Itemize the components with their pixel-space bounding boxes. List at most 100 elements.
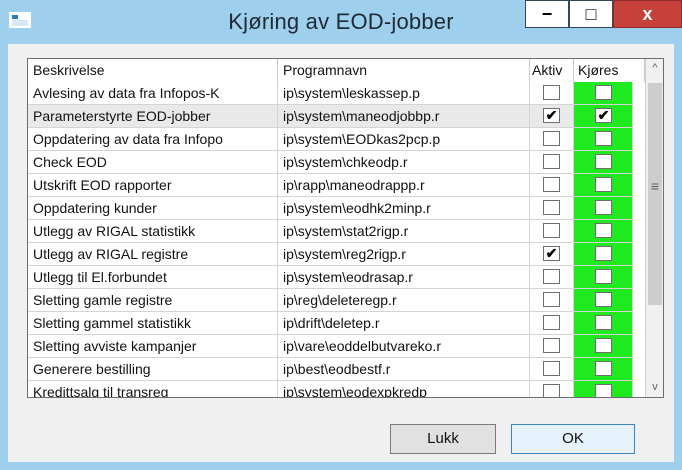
kjores-checkbox[interactable] xyxy=(595,200,612,215)
scrollbar-thumb[interactable]: ≡ xyxy=(648,83,662,305)
cell-programnavn[interactable]: ip\system\reg2rigp.r xyxy=(278,243,530,266)
minimize-button[interactable]: − xyxy=(525,0,569,28)
cell-beskrivelse[interactable]: Utlegg til El.forbundet xyxy=(28,266,278,289)
aktiv-checkbox[interactable]: ✔ xyxy=(543,246,560,261)
kjores-checkbox[interactable] xyxy=(595,131,612,146)
cell-kjores xyxy=(574,220,633,243)
aktiv-checkbox[interactable] xyxy=(543,269,560,284)
aktiv-checkbox[interactable] xyxy=(543,177,560,192)
table-row[interactable]: Oppdatering kunder ip\system\eodhk2minp.r xyxy=(28,197,645,220)
column-header-programnavn[interactable]: Programnavn xyxy=(278,59,530,82)
scrollbar-grip-icon: ≡ xyxy=(650,178,660,194)
kjores-checkbox[interactable] xyxy=(595,315,612,330)
aktiv-checkbox[interactable] xyxy=(543,154,560,169)
cell-aktiv: ✔ xyxy=(530,243,574,266)
aktiv-checkbox[interactable] xyxy=(543,292,560,307)
cell-beskrivelse[interactable]: Oppdatering kunder xyxy=(28,197,278,220)
cell-beskrivelse[interactable]: Generere bestilling xyxy=(28,358,278,381)
title-bar[interactable]: Kjøring av EOD-jobber − □ x xyxy=(0,0,682,44)
cell-programnavn[interactable]: ip\system\chkeodp.r xyxy=(278,151,530,174)
table-row[interactable]: Check EOD ip\system\chkeodp.r xyxy=(28,151,645,174)
table-row[interactable]: Kredittsalg til transreg ip\system\eodexp… xyxy=(28,381,645,397)
cell-aktiv xyxy=(530,335,574,358)
cell-beskrivelse[interactable]: Utlegg av RIGAL statistikk xyxy=(28,220,278,243)
table-row[interactable]: Avlesing av data fra Infopos-K ip\system\… xyxy=(28,82,645,105)
cell-programnavn[interactable]: ip\best\eodbestf.r xyxy=(278,358,530,381)
column-header-aktiv[interactable]: Aktiv xyxy=(530,59,574,82)
table-row[interactable]: Sletting avviste kampanjer ip\vare\eoddel… xyxy=(28,335,645,358)
aktiv-checkbox[interactable] xyxy=(543,85,560,100)
kjores-checkbox[interactable] xyxy=(595,384,612,397)
cell-kjores xyxy=(574,151,633,174)
table-row[interactable]: Sletting gammel statistikk ip\drift\delet… xyxy=(28,312,645,335)
cell-beskrivelse[interactable]: Sletting gamle registre xyxy=(28,289,278,312)
cell-beskrivelse[interactable]: Avlesing av data fra Infopos-K xyxy=(28,82,278,105)
kjores-checkbox[interactable] xyxy=(595,269,612,284)
cell-aktiv xyxy=(530,358,574,381)
table-row[interactable]: Utlegg av RIGAL registre ip\system\reg2ri… xyxy=(28,243,645,266)
cell-programnavn[interactable]: ip\reg\deleteregp.r xyxy=(278,289,530,312)
scroll-up-arrow-icon[interactable]: ^ xyxy=(646,59,663,78)
aktiv-checkbox[interactable] xyxy=(543,223,560,238)
kjores-checkbox[interactable] xyxy=(595,338,612,353)
cell-kjores xyxy=(574,197,633,220)
cell-beskrivelse[interactable]: Utlegg av RIGAL registre xyxy=(28,243,278,266)
cell-beskrivelse[interactable]: Sletting avviste kampanjer xyxy=(28,335,278,358)
cell-programnavn[interactable]: ip\system\eodhk2minp.r xyxy=(278,197,530,220)
cell-aktiv xyxy=(530,381,574,397)
kjores-checkbox[interactable] xyxy=(595,292,612,307)
cell-beskrivelse[interactable]: Utskrift EOD rapporter xyxy=(28,174,278,197)
aktiv-checkbox[interactable] xyxy=(543,361,560,376)
scroll-down-arrow-icon[interactable]: v xyxy=(646,378,663,397)
cell-beskrivelse[interactable]: Sletting gammel statistikk xyxy=(28,312,278,335)
cell-beskrivelse[interactable]: Oppdatering av data fra Infopo xyxy=(28,128,278,151)
kjores-checkbox[interactable] xyxy=(595,85,612,100)
kjores-checkbox[interactable] xyxy=(595,223,612,238)
aktiv-checkbox[interactable] xyxy=(543,315,560,330)
cell-programnavn[interactable]: ip\system\eodexpkredp xyxy=(278,381,530,397)
cell-kjores xyxy=(574,335,633,358)
aktiv-checkbox[interactable] xyxy=(543,338,560,353)
kjores-checkbox[interactable]: ✔ xyxy=(595,108,612,123)
kjores-checkbox[interactable] xyxy=(595,361,612,376)
table-row[interactable]: Parameterstyrte EOD-jobber ip\system\mane… xyxy=(28,105,645,128)
eod-jobs-grid[interactable]: Beskrivelse Programnavn Aktiv Kjøres Avl… xyxy=(27,58,664,398)
vertical-scrollbar[interactable]: ^ ≡ v xyxy=(645,59,663,397)
close-button[interactable]: x xyxy=(613,0,682,28)
table-row[interactable]: Utlegg til El.forbundet ip\system\eodrasa… xyxy=(28,266,645,289)
aktiv-checkbox[interactable] xyxy=(543,131,560,146)
table-row[interactable]: Sletting gamle registre ip\reg\deleteregp… xyxy=(28,289,645,312)
cell-kjores xyxy=(574,243,633,266)
maximize-button[interactable]: □ xyxy=(569,0,613,28)
ok-button[interactable]: OK xyxy=(511,424,635,454)
aktiv-checkbox[interactable] xyxy=(543,200,560,215)
cell-kjores xyxy=(574,174,633,197)
cell-programnavn[interactable]: ip\rapp\maneodrappp.r xyxy=(278,174,530,197)
cell-programnavn[interactable]: ip\system\eodrasap.r xyxy=(278,266,530,289)
cell-aktiv xyxy=(530,312,574,335)
column-header-kjores[interactable]: Kjøres xyxy=(574,59,645,82)
column-header-beskrivelse[interactable]: Beskrivelse xyxy=(28,59,278,82)
table-row[interactable]: Oppdatering av data fra Infopo ip\system\… xyxy=(28,128,645,151)
cell-aktiv xyxy=(530,174,574,197)
cell-beskrivelse[interactable]: Kredittsalg til transreg xyxy=(28,381,278,397)
cell-programnavn[interactable]: ip\system\EODkas2pcp.p xyxy=(278,128,530,151)
cell-aktiv xyxy=(530,220,574,243)
lukk-button[interactable]: Lukk xyxy=(390,424,496,454)
aktiv-checkbox[interactable]: ✔ xyxy=(543,108,560,123)
table-row[interactable]: Utlegg av RIGAL statistikk ip\system\stat… xyxy=(28,220,645,243)
kjores-checkbox[interactable] xyxy=(595,154,612,169)
aktiv-checkbox[interactable] xyxy=(543,384,560,397)
cell-beskrivelse[interactable]: Check EOD xyxy=(28,151,278,174)
cell-programnavn[interactable]: ip\system\stat2rigp.r xyxy=(278,220,530,243)
kjores-checkbox[interactable] xyxy=(595,246,612,261)
cell-programnavn[interactable]: ip\drift\deletep.r xyxy=(278,312,530,335)
cell-kjores: ✔ xyxy=(574,105,633,128)
cell-beskrivelse[interactable]: Parameterstyrte EOD-jobber xyxy=(28,105,278,128)
cell-programnavn[interactable]: ip\system\leskassep.p xyxy=(278,82,530,105)
cell-programnavn[interactable]: ip\system\maneodjobbp.r xyxy=(278,105,530,128)
table-row[interactable]: Generere bestilling ip\best\eodbestf.r xyxy=(28,358,645,381)
cell-programnavn[interactable]: ip\vare\eoddelbutvareko.r xyxy=(278,335,530,358)
table-row[interactable]: Utskrift EOD rapporter ip\rapp\maneodrapp… xyxy=(28,174,645,197)
kjores-checkbox[interactable] xyxy=(595,177,612,192)
